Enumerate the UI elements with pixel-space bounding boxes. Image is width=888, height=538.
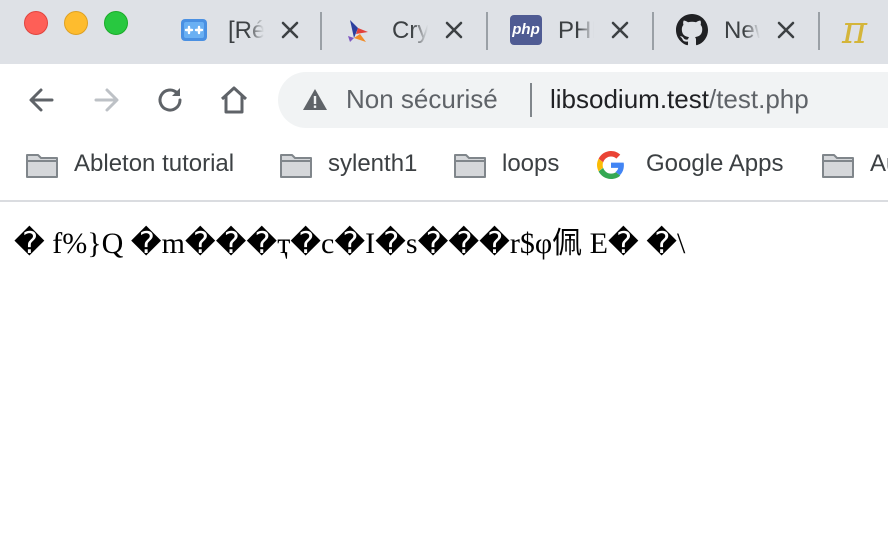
pi-icon: π xyxy=(842,8,867,52)
plusplus-icon xyxy=(181,19,207,41)
tab-separator xyxy=(486,12,488,50)
php-icon: php xyxy=(510,15,542,45)
close-icon[interactable] xyxy=(776,20,796,40)
bookmark-au[interactable]: Au xyxy=(821,149,888,181)
window-maximize-button[interactable] xyxy=(104,11,128,35)
tab-separator xyxy=(320,12,322,50)
page-body-text: � f%}Q �m���ҭ�c�I�s���r$φ佩 E� �\ xyxy=(14,227,686,260)
page-content: � f%}Q �m���ҭ�c�I�s���r$φ佩 E� �\ xyxy=(0,202,888,538)
bookmark-label: Au xyxy=(870,150,888,177)
github-icon xyxy=(676,14,708,46)
reload-icon[interactable] xyxy=(152,82,188,118)
home-icon[interactable] xyxy=(216,82,252,118)
tab-separator xyxy=(818,12,820,50)
tab-strip: [Ré Cry php PHP New xyxy=(0,0,888,64)
tab-title: [Ré xyxy=(228,17,264,44)
omnibox-divider xyxy=(530,83,532,117)
forward-arrow-icon[interactable] xyxy=(88,82,124,118)
browser-toolbar: Non sécurisé libsodium.test/test.php xyxy=(0,64,888,136)
bookmarks-bar: Ableton tutorial sylenth1 loops Google A… xyxy=(0,136,888,202)
bookmark-label: Google Apps xyxy=(646,150,784,177)
bookmark-label: Ableton tutorial xyxy=(74,150,235,177)
url-text[interactable]: libsodium.test/test.php xyxy=(550,84,809,115)
warning-icon[interactable] xyxy=(302,87,328,113)
folder-icon xyxy=(454,154,486,178)
url-host: libsodium.test xyxy=(550,84,709,114)
close-icon[interactable] xyxy=(610,20,630,40)
bookmark-label: loops xyxy=(502,150,560,177)
url-path: /test.php xyxy=(708,84,809,114)
tab-title: Cry xyxy=(392,17,428,44)
tab-title: New xyxy=(724,17,760,44)
security-status-label[interactable]: Non sécurisé xyxy=(346,84,498,115)
close-icon[interactable] xyxy=(280,20,300,40)
close-icon[interactable] xyxy=(444,20,464,40)
address-bar[interactable]: Non sécurisé libsodium.test/test.php xyxy=(278,72,888,128)
tab-separator xyxy=(652,12,654,50)
crystal-bird-icon xyxy=(348,20,368,42)
window-minimize-button[interactable] xyxy=(64,11,88,35)
back-arrow-icon[interactable] xyxy=(24,82,60,118)
tab-5[interactable]: π xyxy=(840,0,888,60)
tab-title: PHP xyxy=(558,17,594,44)
window-close-button[interactable] xyxy=(24,11,48,35)
folder-icon xyxy=(822,154,854,178)
bookmark-label: sylenth1 xyxy=(328,150,418,177)
folder-icon xyxy=(280,154,312,178)
google-icon xyxy=(597,151,624,179)
php-icon-text: php xyxy=(512,21,540,38)
folder-icon xyxy=(26,154,58,178)
